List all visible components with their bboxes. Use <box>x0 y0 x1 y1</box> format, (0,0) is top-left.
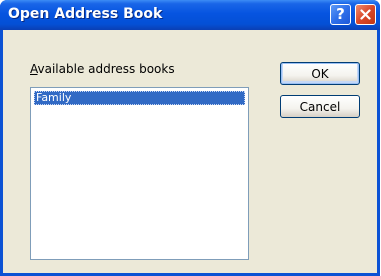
help-icon: ? <box>336 5 345 23</box>
ok-button[interactable]: OK <box>280 62 360 85</box>
address-books-listbox[interactable]: Family <box>30 87 249 260</box>
address-books-label: Available address books <box>30 62 175 76</box>
cancel-button[interactable]: Cancel <box>280 95 360 118</box>
window-title: Open Address Book <box>8 6 163 22</box>
open-address-book-dialog: Open Address Book ? Available address bo… <box>0 0 380 276</box>
label-text: vailable address books <box>37 62 175 76</box>
close-button[interactable] <box>355 4 376 25</box>
title-bar[interactable]: Open Address Book ? <box>0 0 380 30</box>
help-button[interactable]: ? <box>330 4 351 25</box>
label-mnemonic: A <box>30 62 38 76</box>
list-item-family[interactable]: Family <box>34 91 245 105</box>
close-icon <box>360 9 371 20</box>
